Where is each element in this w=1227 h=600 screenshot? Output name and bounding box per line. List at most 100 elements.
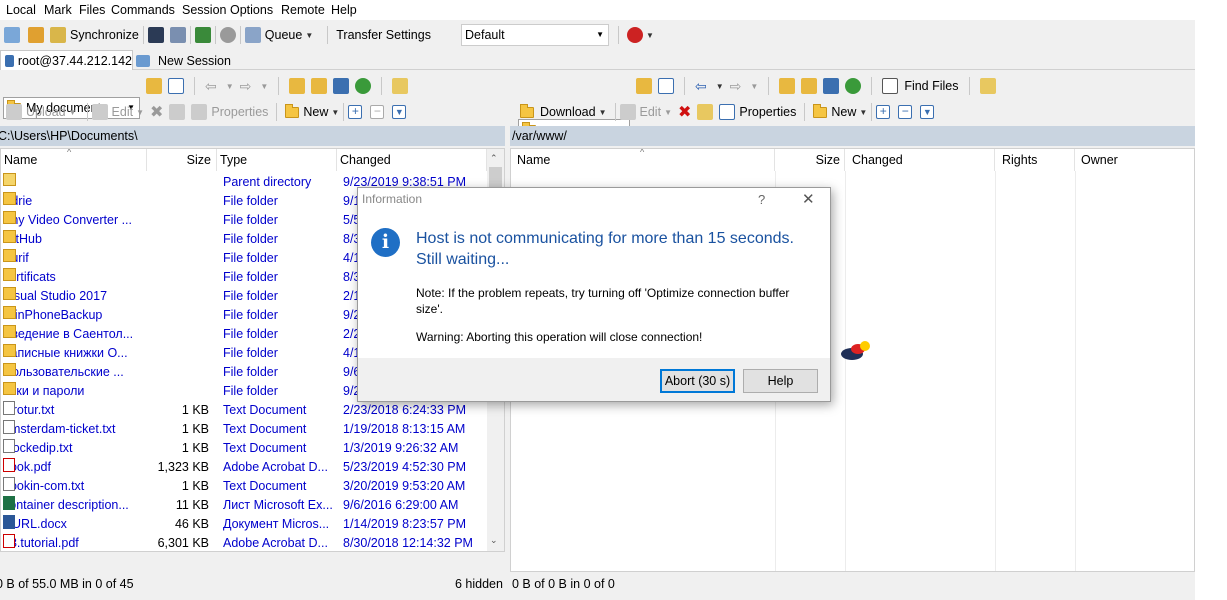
chevron-down-icon[interactable]: ▼ [599, 108, 607, 117]
menu-commands[interactable]: Commands [111, 3, 175, 17]
left-path: C:\Users\HP\Documents\ [0, 129, 138, 143]
edit-button[interactable]: Edit [112, 105, 134, 119]
tab-session[interactable]: root@37.44.212.142 [0, 50, 133, 70]
gear-icon[interactable] [219, 27, 236, 43]
column-header-name[interactable]: Name ^ [1, 149, 147, 171]
refresh-icon[interactable] [355, 78, 372, 94]
table-row[interactable]: blockedip.txt 1 KB Text Document 1/3/2019 9… [1, 439, 487, 458]
close-icon[interactable]: ✕ [802, 190, 815, 208]
rename-icon[interactable] [697, 104, 714, 120]
menu-remote[interactable]: Remote [281, 3, 325, 17]
column-header-type[interactable]: Type [217, 149, 337, 171]
forward-arrow-icon[interactable]: ⇨ [240, 78, 252, 95]
chevron-down-icon[interactable]: ▼ [664, 108, 672, 117]
edit-button[interactable]: Edit [640, 105, 662, 119]
root-directory-icon[interactable] [801, 78, 818, 94]
chevron-down-icon[interactable]: ▼ [331, 108, 339, 117]
tab-new-session[interactable]: New Session [136, 52, 231, 70]
column-header-owner[interactable]: Owner [1075, 149, 1194, 171]
queue-button[interactable]: Queue [265, 28, 303, 42]
menu-mark[interactable]: Mark [44, 3, 72, 17]
find-files-button[interactable]: Find Files [904, 79, 958, 93]
select-plus-icon[interactable]: + [876, 105, 891, 119]
compare-directories-icon[interactable] [28, 27, 44, 43]
parent-directory-icon[interactable] [779, 78, 796, 94]
toolbar-separator [768, 77, 770, 95]
column-header-size[interactable]: Size [147, 149, 217, 171]
forward-arrow-icon[interactable]: ⇨ [730, 78, 742, 95]
chevron-down-icon[interactable]: ▼ [305, 31, 313, 40]
menu-session[interactable]: Session [182, 3, 226, 17]
column-header-changed[interactable]: Changed [845, 149, 995, 171]
synchronize-browsing-icon[interactable] [194, 27, 211, 43]
info-icon: i [371, 228, 400, 257]
properties-button[interactable]: Properties [739, 105, 796, 119]
tree-icon[interactable] [392, 78, 409, 94]
synchronize-button[interactable]: Synchronize [70, 28, 139, 42]
synchronize-icon[interactable] [50, 27, 66, 43]
status-bar: 0 B of 55.0 MB in 0 of 45 6 hidden 0 B o… [0, 577, 1227, 595]
new-button[interactable]: New [303, 105, 328, 119]
select-plus-icon[interactable]: + [348, 105, 363, 119]
chevron-down-icon[interactable]: ▼ [859, 108, 867, 117]
menu-help[interactable]: Help [331, 3, 357, 17]
properties-button[interactable]: Properties [211, 105, 268, 119]
open-directory-icon[interactable] [146, 78, 162, 94]
parent-directory-icon[interactable] [289, 78, 306, 94]
console-icon[interactable] [147, 27, 164, 43]
file-changed: 5/23/2019 4:52:30 PM [343, 460, 467, 474]
column-header-size[interactable]: Size [775, 149, 845, 171]
table-row[interactable]: airotur.txt 1 KB Text Document 2/23/2018 6:… [1, 401, 487, 420]
open-directory-icon[interactable] [636, 78, 652, 94]
filter-select-icon[interactable]: ▼ [920, 105, 935, 119]
pdf-icon [3, 534, 15, 548]
putty-icon[interactable] [169, 27, 186, 43]
scroll-down-icon[interactable]: ⌄ [490, 535, 498, 546]
scroll-up-icon[interactable]: ⌃ [490, 153, 498, 164]
table-row[interactable]: amsterdam-ticket.txt 1 KB Text Document 1/1… [1, 420, 487, 439]
home-icon[interactable] [823, 78, 840, 94]
table-row[interactable]: CURL.docx 46 KB Документ Micros... 1/14/201… [1, 515, 487, 534]
chevron-down-icon[interactable]: ▼ [136, 108, 144, 117]
back-arrow-icon[interactable]: ⇦ [695, 78, 707, 95]
right-path-bar: /var/www/ [510, 126, 1195, 146]
filter-icon[interactable] [658, 78, 674, 94]
table-row[interactable]: bookin-com.txt 1 KB Text Document 3/20/2019… [1, 477, 487, 496]
table-row[interactable]: d3.tutorial.pdf 6,301 KB Adobe Acrobat D..… [1, 534, 487, 551]
upload-button[interactable]: Upload [26, 105, 66, 119]
properties-icon [191, 104, 208, 120]
hidden-count[interactable]: 6 hidden [455, 577, 503, 591]
transfer-settings-select[interactable]: Default ▼ [461, 24, 609, 46]
column-header-name[interactable]: Name ^ [511, 149, 775, 171]
add-directory-icon[interactable] [4, 27, 20, 43]
help-icon[interactable]: ? [758, 192, 765, 207]
table-row[interactable]: container description... 11 KB Лист Micros… [1, 496, 487, 515]
root-directory-icon[interactable] [311, 78, 328, 94]
download-button[interactable]: Download [540, 105, 596, 119]
file-type: Text Document [223, 479, 307, 493]
back-arrow-icon[interactable]: ⇦ [205, 78, 217, 95]
table-row[interactable]: book.pdf 1,323 KB Adobe Acrobat D... 5/23/2… [1, 458, 487, 477]
dialog-warning: Warning: Aborting this operation will cl… [416, 330, 703, 344]
column-header-rights[interactable]: Rights [995, 149, 1075, 171]
tree-icon[interactable] [979, 78, 996, 94]
new-button[interactable]: New [831, 105, 856, 119]
abort-button[interactable]: Abort (30 s) [660, 369, 735, 393]
column-header-changed[interactable]: Changed [337, 149, 487, 171]
delete-icon[interactable]: ✖ [678, 102, 691, 122]
unselect-minus-icon[interactable]: − [370, 105, 385, 119]
rename-icon[interactable] [169, 104, 186, 120]
delete-icon[interactable]: ✖ [150, 102, 163, 122]
unselect-minus-icon[interactable]: − [898, 105, 913, 119]
menu-local[interactable]: Local [6, 3, 36, 17]
filter-select-icon[interactable]: ▼ [392, 105, 407, 119]
session-options-icon[interactable] [627, 27, 643, 43]
chevron-down-icon[interactable]: ▼ [646, 31, 654, 40]
filter-icon[interactable] [168, 78, 184, 94]
refresh-icon[interactable] [845, 78, 862, 94]
home-icon[interactable] [333, 78, 350, 94]
menu-files[interactable]: Files [79, 3, 105, 17]
help-button[interactable]: Help [743, 369, 818, 393]
chevron-down-icon[interactable]: ▼ [69, 108, 77, 117]
menu-options[interactable]: Options [230, 3, 273, 17]
